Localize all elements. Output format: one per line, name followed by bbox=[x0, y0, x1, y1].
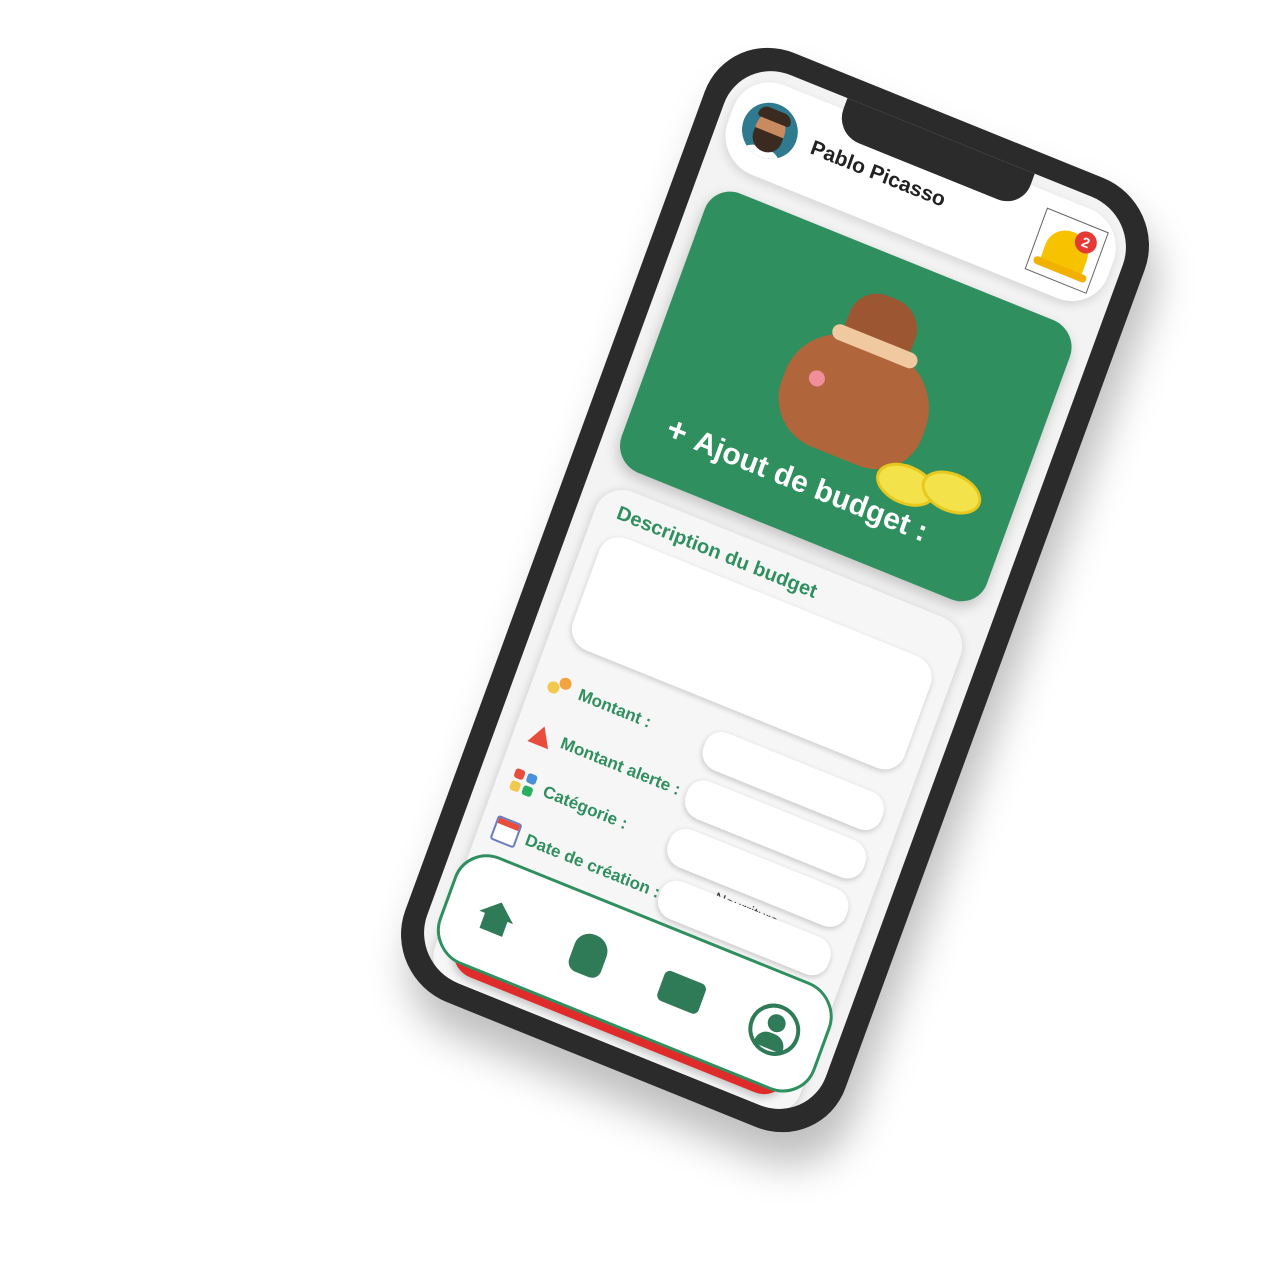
category-label: Catégorie : bbox=[540, 781, 630, 834]
warning-icon bbox=[525, 718, 558, 752]
coins-icon bbox=[543, 669, 576, 703]
user-profile-icon bbox=[740, 995, 808, 1064]
nav-profile[interactable] bbox=[736, 990, 813, 1069]
notification-button[interactable]: 2 bbox=[1024, 207, 1109, 294]
nav-budget[interactable] bbox=[550, 915, 627, 994]
money-bag-hand-icon bbox=[565, 928, 612, 981]
nav-wallet[interactable] bbox=[643, 953, 720, 1032]
avatar[interactable] bbox=[734, 94, 806, 168]
categories-icon bbox=[507, 766, 540, 800]
home-icon bbox=[478, 895, 519, 925]
app-screen: Pablo Picasso 2 +Ajout de budget : Descr… bbox=[409, 55, 1141, 1125]
nav-home[interactable] bbox=[457, 878, 534, 957]
wallet-icon bbox=[655, 968, 708, 1016]
money-bag-icon bbox=[764, 270, 988, 523]
phone-frame: Pablo Picasso 2 +Ajout de budget : Descr… bbox=[381, 26, 1169, 1154]
amount-label: Montant : bbox=[575, 685, 654, 732]
calendar-icon bbox=[489, 814, 523, 849]
mockup-scene: Pablo Picasso 2 +Ajout de budget : Descr… bbox=[0, 0, 1280, 1280]
plus-icon: + bbox=[661, 409, 694, 453]
